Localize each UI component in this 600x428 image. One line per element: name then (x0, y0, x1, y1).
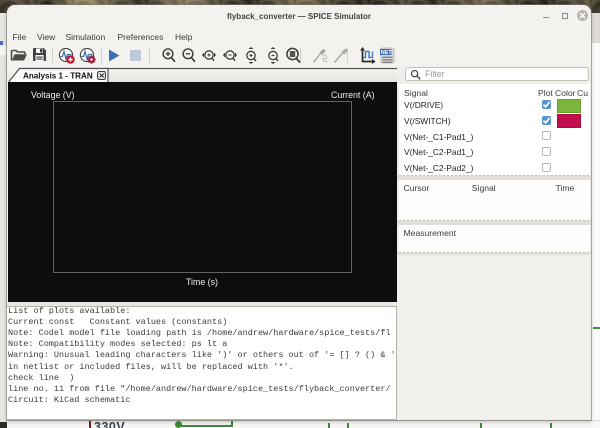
svg-text:NET: NET (380, 50, 392, 56)
svg-text:Analysis 1 - TRAN: Analysis 1 - TRAN (23, 72, 93, 81)
